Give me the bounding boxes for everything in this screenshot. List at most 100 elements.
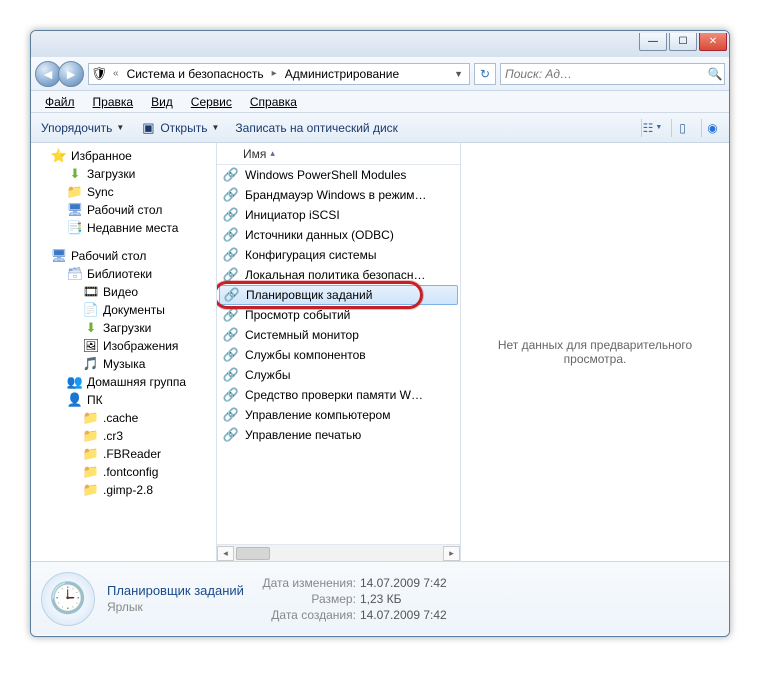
sidebar-label: .cache — [103, 411, 138, 425]
recent-icon: 📑 — [67, 220, 83, 236]
modified-label: Дата изменения: — [262, 576, 360, 590]
sidebar-label: Изображения — [103, 339, 178, 353]
sidebar-item-downloads2[interactable]: ⬇Загрузки — [33, 319, 214, 337]
file-row[interactable]: 🔗Службы — [217, 365, 460, 385]
shortcut-icon: 🔗 — [223, 167, 239, 183]
sidebar-item-folder[interactable]: 📁.FBReader — [33, 445, 214, 463]
help-button[interactable]: ◉ — [701, 119, 723, 137]
sidebar-label: Загрузки — [103, 321, 151, 335]
maximize-button[interactable]: ☐ — [669, 33, 697, 51]
toolbar: Упорядочить ▼ ▣Открыть▼ Записать на оптич… — [31, 113, 729, 143]
file-row[interactable]: 🔗 Источники данных (ODBC) — [217, 225, 460, 245]
menu-tools[interactable]: Сервис — [183, 93, 240, 111]
sidebar-desktop-root[interactable]: 🖥Рабочий стол — [33, 247, 214, 265]
file-row[interactable]: 🔗Управление печатью — [217, 425, 460, 445]
sidebar-label: Рабочий стол — [71, 249, 146, 263]
forward-button[interactable]: ► — [58, 61, 84, 87]
created-label: Дата создания: — [262, 608, 360, 622]
shortcut-icon: 🔗 — [223, 227, 239, 243]
shortcut-icon: 🔗 — [223, 207, 239, 223]
sidebar-label: ПК — [87, 393, 103, 407]
file-row[interactable]: 🔗Локальная политика безопасн… — [217, 265, 460, 285]
sidebar-item-folder[interactable]: 📁.cr3 — [33, 427, 214, 445]
file-row[interactable]: 🔗Управление компьютером — [217, 405, 460, 425]
sidebar-item-sync[interactable]: 📁Sync — [33, 183, 214, 201]
menu-view[interactable]: Вид — [143, 93, 181, 111]
file-list[interactable]: 🔗Windows PowerShell Modules 🔗Брандмауэр … — [217, 165, 460, 544]
scroll-right-button[interactable]: ▸ — [443, 546, 460, 561]
file-label: Брандмауэр Windows в режим… — [245, 188, 427, 202]
sidebar[interactable]: ⭐Избранное ⬇Загрузки 📁Sync 🖥Рабочий стол… — [31, 143, 217, 561]
video-icon: 🎞 — [83, 284, 99, 300]
file-row[interactable]: 🔗Службы компонентов — [217, 345, 460, 365]
sidebar-item-pictures[interactable]: 🖼Изображения — [33, 337, 214, 355]
sidebar-label: Домашняя группа — [87, 375, 186, 389]
file-row[interactable]: 🔗Конфигурация системы — [217, 245, 460, 265]
folder-icon: ⬇ — [67, 166, 83, 182]
folder-icon: 📁 — [67, 184, 83, 200]
body: ⭐Избранное ⬇Загрузки 📁Sync 🖥Рабочий стол… — [31, 143, 729, 561]
sidebar-favorites[interactable]: ⭐Избранное — [33, 147, 214, 165]
shortcut-icon: 🔗 — [223, 367, 239, 383]
sidebar-item-desktop[interactable]: 🖥Рабочий стол — [33, 201, 214, 219]
burn-button[interactable]: Записать на оптический диск — [231, 119, 402, 137]
scroll-thumb[interactable] — [236, 547, 270, 560]
minimize-button[interactable]: — — [639, 33, 667, 51]
breadcrumb-sep: « — [111, 68, 121, 79]
file-row-selected[interactable]: 🔗Планировщик заданий — [219, 285, 458, 305]
open-button[interactable]: ▣Открыть▼ — [136, 118, 223, 138]
search-icon[interactable]: 🔍 — [706, 67, 724, 81]
file-label: Источники данных (ODBC) — [245, 228, 394, 242]
view-button[interactable]: ☷▼ — [641, 119, 663, 137]
column-header-name[interactable]: Имя▴ — [217, 143, 460, 165]
sidebar-label: Видео — [103, 285, 138, 299]
sidebar-homegroup[interactable]: 👥Домашняя группа — [33, 373, 214, 391]
refresh-button[interactable]: ↻ — [474, 63, 496, 85]
file-label: Локальная политика безопасн… — [245, 268, 425, 282]
sidebar-item-recent[interactable]: 📑Недавние места — [33, 219, 214, 237]
file-row[interactable]: 🔗Средство проверки памяти W… — [217, 385, 460, 405]
breadcrumb[interactable]: 🛡 « Система и безопасность ▸ Администрир… — [88, 63, 470, 85]
file-row[interactable]: 🔗Просмотр событий — [217, 305, 460, 325]
close-button[interactable]: ✕ — [699, 33, 727, 51]
folder-icon: 📁 — [83, 410, 99, 426]
nav-buttons: ◄ ► — [35, 61, 84, 87]
explorer-window: — ☐ ✕ ◄ ► 🛡 « Система и безопасность ▸ А… — [30, 30, 730, 637]
file-row[interactable]: 🔗Системный монитор — [217, 325, 460, 345]
scroll-left-button[interactable]: ◂ — [217, 546, 234, 561]
sort-indicator-icon: ▴ — [270, 148, 275, 159]
file-row[interactable]: 🔗Инициатор iSCSI — [217, 205, 460, 225]
open-label: Открыть — [160, 121, 207, 135]
organize-button[interactable]: Упорядочить ▼ — [37, 119, 128, 137]
breadcrumb-seg-1[interactable]: Система и безопасность — [125, 67, 266, 81]
search-box[interactable]: 🔍 — [500, 63, 725, 85]
search-input[interactable] — [501, 67, 706, 81]
horizontal-scrollbar[interactable]: ◂ ▸ — [217, 544, 460, 561]
menu-edit[interactable]: Правка — [85, 93, 142, 111]
sidebar-libraries[interactable]: 🗃Библиотеки — [33, 265, 214, 283]
sidebar-item-documents[interactable]: 📄Документы — [33, 301, 214, 319]
file-row[interactable]: 🔗Брандмауэр Windows в режим… — [217, 185, 460, 205]
clock-icon: 🕒 — [41, 572, 95, 626]
sidebar-item-folder[interactable]: 📁.gimp-2.8 — [33, 481, 214, 499]
chevron-down-icon: ▼ — [116, 123, 124, 132]
menu-file[interactable]: Файл — [37, 93, 83, 111]
file-row[interactable]: 🔗Windows PowerShell Modules — [217, 165, 460, 185]
sidebar-label: Библиотеки — [87, 267, 152, 281]
breadcrumb-dropdown-icon[interactable]: ▼ — [454, 69, 467, 79]
sidebar-item-music[interactable]: 🎵Музыка — [33, 355, 214, 373]
titlebar[interactable]: — ☐ ✕ — [31, 31, 729, 57]
sidebar-pc[interactable]: 👤ПК — [33, 391, 214, 409]
sidebar-item-downloads[interactable]: ⬇Загрузки — [33, 165, 214, 183]
sidebar-label: Избранное — [71, 149, 132, 163]
shortcut-icon: 🔗 — [223, 247, 239, 263]
file-label: Управление печатью — [245, 428, 361, 442]
details-col-name: Планировщик заданий Ярлык — [107, 583, 244, 614]
sidebar-item-folder[interactable]: 📁.fontconfig — [33, 463, 214, 481]
breadcrumb-seg-2[interactable]: Администрирование — [283, 67, 401, 81]
sidebar-item-folder[interactable]: 📁 .cache — [33, 409, 214, 427]
menu-help[interactable]: Справка — [242, 93, 305, 111]
sidebar-item-video[interactable]: 🎞 Видео — [33, 283, 214, 301]
preview-pane-button[interactable]: ▯ — [671, 119, 693, 137]
organize-label: Упорядочить — [41, 121, 112, 135]
